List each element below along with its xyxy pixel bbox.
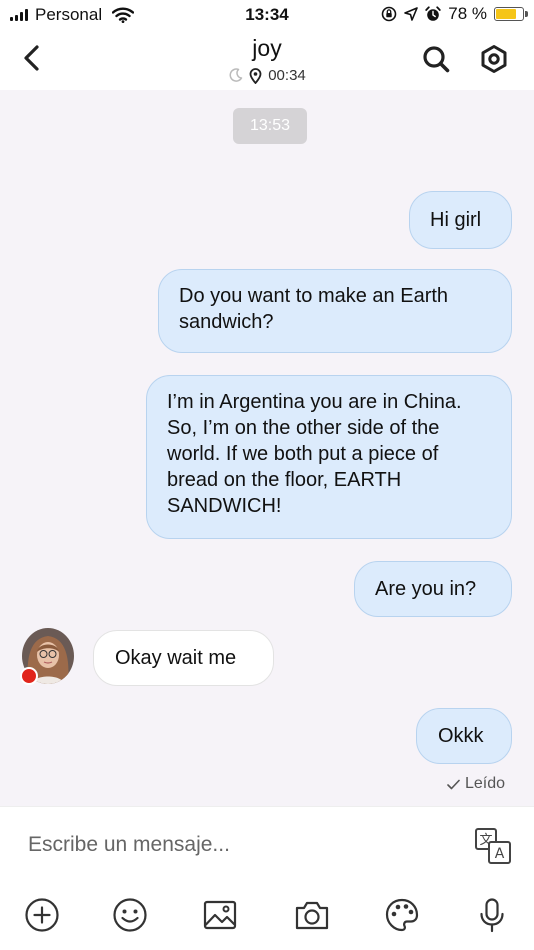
- palette-icon[interactable]: [384, 897, 420, 933]
- camera-icon[interactable]: [294, 897, 330, 933]
- contact-local-info: 00:34: [0, 67, 534, 84]
- location-arrow-icon: [404, 7, 419, 21]
- message-bubble-outgoing[interactable]: Do you want to make an Earth sandwich?: [158, 269, 512, 353]
- search-icon[interactable]: [421, 44, 451, 74]
- message-composer: 文 A: [0, 806, 534, 950]
- translate-icon[interactable]: 文 A: [474, 827, 512, 865]
- read-status-label: Leído: [464, 775, 505, 792]
- moon-icon: [229, 68, 243, 82]
- battery-fill: [496, 9, 517, 19]
- china-flag-icon: [20, 667, 38, 685]
- contact-local-time: 00:34: [268, 67, 306, 84]
- timestamp-chip: 13:53: [233, 108, 307, 144]
- location-pin-icon: [249, 67, 262, 84]
- read-receipt: Leído: [447, 775, 505, 793]
- settings-hexagon-icon[interactable]: [479, 44, 509, 74]
- emoji-icon[interactable]: [112, 897, 148, 933]
- message-bubble-incoming[interactable]: Okay wait me: [93, 630, 274, 686]
- conversation-header: joy 00:34: [0, 30, 534, 90]
- add-icon[interactable]: [24, 897, 60, 933]
- battery-percent: 78 %: [448, 4, 487, 23]
- status-indicators: 78 %: [381, 4, 528, 24]
- battery-icon: [494, 7, 528, 21]
- status-bar: Personal 13:34 78 %: [0, 0, 534, 30]
- message-bubble-outgoing[interactable]: Are you in?: [354, 561, 512, 617]
- alarm-icon: [425, 6, 441, 21]
- svg-text:A: A: [495, 846, 505, 862]
- contact-name[interactable]: joy: [0, 35, 534, 62]
- checkmark-icon: [447, 779, 460, 789]
- composer-toolbar: [0, 895, 534, 939]
- message-bubble-outgoing[interactable]: Okkk: [416, 708, 512, 764]
- rotation-lock-icon: [381, 6, 397, 22]
- message-input[interactable]: [26, 827, 430, 863]
- microphone-icon[interactable]: [474, 897, 510, 933]
- image-icon[interactable]: [202, 897, 238, 933]
- message-bubble-outgoing[interactable]: Hi girl: [409, 191, 512, 249]
- message-thread[interactable]: 13:53 Hi girl Do you want to make an Ear…: [0, 90, 534, 806]
- message-bubble-outgoing[interactable]: I’m in Argentina you are in China. So, I…: [146, 375, 512, 539]
